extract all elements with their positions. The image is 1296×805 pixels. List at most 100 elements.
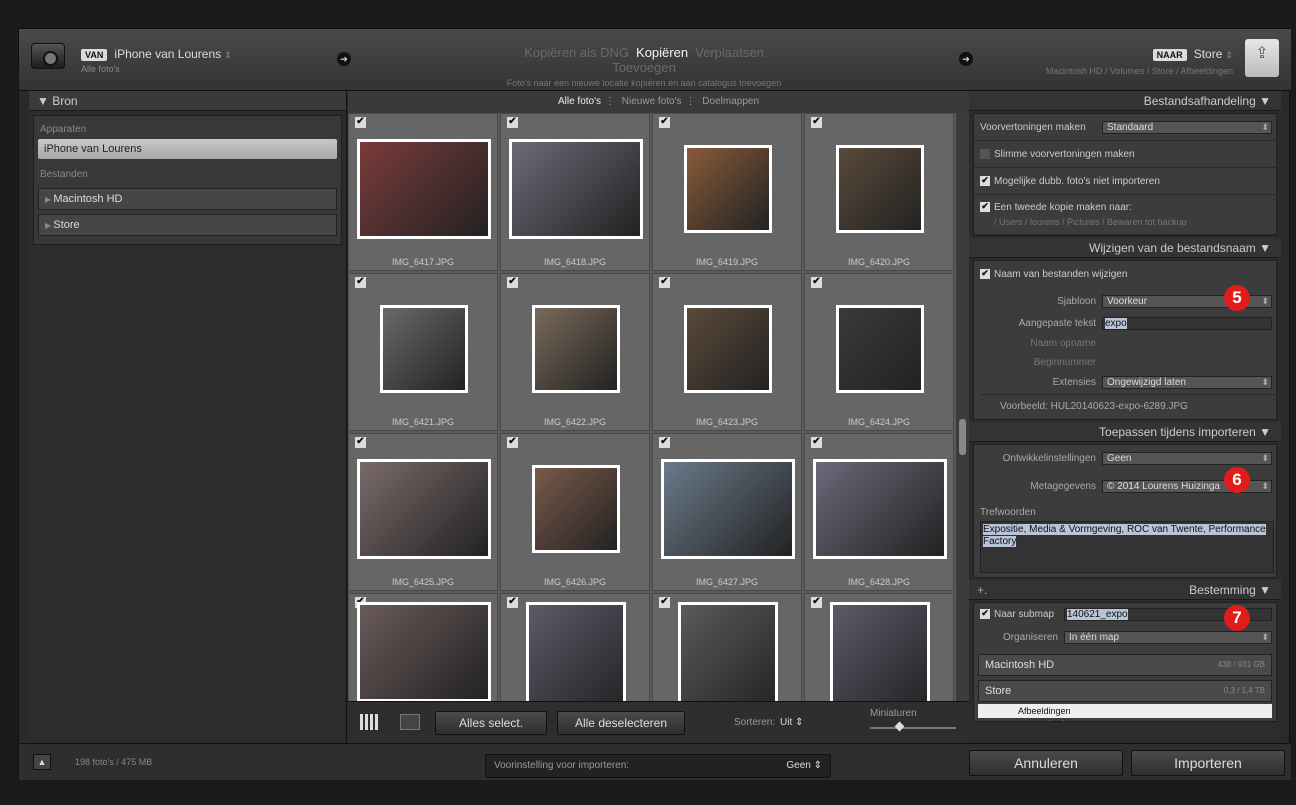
scrollbar-thumb[interactable] <box>959 419 966 455</box>
photo-checkbox[interactable]: ✔ <box>355 117 366 128</box>
mode-add[interactable]: Toevoegen <box>612 60 676 75</box>
photo-thumbnail[interactable] <box>684 145 772 233</box>
photo-thumbnail[interactable] <box>526 602 626 701</box>
photo-cell[interactable]: ✔ <box>804 593 954 701</box>
folder-afbeeldingen[interactable]: Afbeeldingen <box>978 704 1272 718</box>
photo-cell[interactable]: ✔ IMG_6418.JPG <box>500 113 650 271</box>
smart-previews-checkbox[interactable] <box>980 149 990 160</box>
photo-thumbnail[interactable] <box>661 459 795 559</box>
photo-checkbox[interactable]: ✔ <box>811 277 822 288</box>
source-name[interactable]: iPhone van Lourens <box>114 47 221 61</box>
photo-thumbnail[interactable] <box>509 139 643 239</box>
extensions-select[interactable]: Ongewijzigd laten <box>1102 376 1272 389</box>
photo-checkbox[interactable]: ✔ <box>507 437 518 448</box>
photo-thumbnail[interactable] <box>357 139 491 239</box>
collapse-up-icon[interactable]: ▲ <box>33 754 51 770</box>
device-iphone[interactable]: iPhone van Lourens <box>38 139 337 159</box>
source-selector[interactable]: VAN iPhone van Lourens ⇕ Alle foto's <box>81 47 232 74</box>
photo-cell[interactable]: ✔ <box>500 593 650 701</box>
volume-macintosh-hd[interactable]: Macintosh HD <box>38 188 337 210</box>
second-copy-checkbox[interactable]: ✔ <box>980 202 990 213</box>
rename-files-checkbox[interactable]: ✔ <box>980 269 990 280</box>
photo-checkbox[interactable]: ✔ <box>811 597 822 608</box>
deselect-all-button[interactable]: Alle deselecteren <box>557 711 685 735</box>
photo-cell[interactable]: ✔ IMG_6424.JPG <box>804 273 954 431</box>
filter-new-photos[interactable]: Nieuwe foto's <box>622 96 682 107</box>
source-panel-header[interactable]: ▼ Bron <box>29 91 346 111</box>
photo-cell[interactable]: ✔ <box>652 593 802 701</box>
second-copy-row[interactable]: ✔ Een tweede kopie maken naar: / Users / … <box>974 195 1276 235</box>
destination-name[interactable]: Store <box>1194 47 1223 61</box>
photo-checkbox[interactable]: ✔ <box>355 277 366 288</box>
keywords-input[interactable]: Expositie, Media & Vormgeving, ROC van T… <box>980 521 1274 573</box>
mode-copy[interactable]: Kopiëren <box>636 45 688 60</box>
photo-checkbox[interactable]: ✔ <box>659 597 670 608</box>
photo-thumbnail[interactable] <box>836 305 924 393</box>
volume-store[interactable]: Store <box>38 214 337 236</box>
import-button[interactable]: Importeren <box>1131 750 1285 776</box>
destination-header[interactable]: +. Bestemming ▼ <box>969 580 1281 600</box>
import-preset-select[interactable]: Voorinstelling voor importeren: Geen ⇕ <box>485 754 831 778</box>
photo-thumbnail[interactable] <box>813 459 947 559</box>
photo-cell[interactable]: ✔ IMG_6428.JPG <box>804 433 954 591</box>
photo-cell[interactable]: ✔ IMG_6419.JPG <box>652 113 802 271</box>
photo-cell[interactable]: ✔ IMG_6426.JPG <box>500 433 650 591</box>
apply-header[interactable]: Toepassen tijdens importeren ▼ <box>969 422 1281 442</box>
sort-select[interactable]: Uit ⇕ <box>780 717 803 728</box>
smart-previews-row[interactable]: Slimme voorvertoningen maken <box>974 141 1276 168</box>
photo-checkbox[interactable]: ✔ <box>811 437 822 448</box>
photo-cell[interactable]: ✔ IMG_6421.JPG <box>348 273 498 431</box>
photo-checkbox[interactable]: ✔ <box>659 277 670 288</box>
no-duplicates-checkbox[interactable]: ✔ <box>980 176 990 187</box>
source-dropdown-icon[interactable]: ⇕ <box>224 50 232 60</box>
dest-volume-store[interactable]: Store 0,3 / 1,4 TB <box>978 680 1272 702</box>
photo-checkbox[interactable]: ✔ <box>811 117 822 128</box>
destination-dropdown-icon[interactable]: ⇕ <box>1225 50 1233 60</box>
photo-thumbnail[interactable] <box>836 145 924 233</box>
photo-cell[interactable]: ✔ IMG_6420.JPG <box>804 113 954 271</box>
photo-checkbox[interactable]: ✔ <box>659 437 670 448</box>
destination-selector[interactable]: NAAR Store ⇕ Macintosh HD / Volumes / St… <box>1046 47 1233 76</box>
mode-move[interactable]: Verplaatsen <box>695 45 764 60</box>
custom-text-input[interactable]: expo <box>1102 317 1272 330</box>
add-folder-icon[interactable]: +. <box>977 580 987 600</box>
photo-cell[interactable]: ✔ IMG_6423.JPG <box>652 273 802 431</box>
thumbnail-size-slider[interactable] <box>870 727 956 729</box>
filter-all-photos[interactable]: Alle foto's <box>558 96 601 107</box>
photo-cell[interactable]: ✔ IMG_6417.JPG <box>348 113 498 271</box>
photo-checkbox[interactable]: ✔ <box>507 597 518 608</box>
photo-cell[interactable]: ✔ <box>348 593 498 701</box>
slider-handle[interactable] <box>894 721 905 732</box>
photo-checkbox[interactable]: ✔ <box>507 117 518 128</box>
subfolder-row[interactable]: ✔ Naar submap <box>980 609 1054 620</box>
grid-scrollbar[interactable] <box>956 113 969 701</box>
photo-thumbnail[interactable] <box>380 305 468 393</box>
photo-checkbox[interactable]: ✔ <box>507 277 518 288</box>
select-all-button[interactable]: Alles select. <box>435 711 547 735</box>
subfolder-checkbox[interactable]: ✔ <box>980 609 990 620</box>
previews-select[interactable]: Standaard <box>1102 121 1272 134</box>
photo-checkbox[interactable]: ✔ <box>355 437 366 448</box>
photo-thumbnail[interactable] <box>532 305 620 393</box>
photo-thumbnail[interactable] <box>678 602 778 701</box>
photo-thumbnail[interactable] <box>684 305 772 393</box>
rename-header[interactable]: Wijzigen van de bestandsnaam ▼ <box>969 238 1281 258</box>
folder-backup[interactable]: backup <box>978 719 1272 721</box>
cancel-button[interactable]: Annuleren <box>969 750 1123 776</box>
photo-thumbnail[interactable] <box>357 459 491 559</box>
photo-thumbnail[interactable] <box>830 602 930 701</box>
organise-select[interactable]: In één map <box>1064 631 1272 644</box>
no-duplicates-row[interactable]: ✔ Mogelijke dubb. foto's niet importeren <box>974 168 1276 195</box>
file-handling-header[interactable]: Bestandsafhandeling ▼ <box>969 91 1281 111</box>
filter-destination-folders[interactable]: Doelmappen <box>702 96 759 107</box>
photo-cell[interactable]: ✔ IMG_6422.JPG <box>500 273 650 431</box>
photo-cell[interactable]: ✔ IMG_6427.JPG <box>652 433 802 591</box>
photo-cell[interactable]: ✔ IMG_6425.JPG <box>348 433 498 591</box>
develop-settings-select[interactable]: Geen <box>1102 452 1272 465</box>
mode-copy-dng[interactable]: Kopiëren als DNG <box>524 45 629 60</box>
photo-thumbnail[interactable] <box>357 602 491 701</box>
dest-volume-macintosh-hd[interactable]: Macintosh HD 438 / 931 GB <box>978 654 1272 676</box>
loupe-view-icon[interactable] <box>400 714 420 730</box>
photo-checkbox[interactable]: ✔ <box>659 117 670 128</box>
rename-files-row[interactable]: ✔ Naam van bestanden wijzigen <box>980 269 1127 280</box>
